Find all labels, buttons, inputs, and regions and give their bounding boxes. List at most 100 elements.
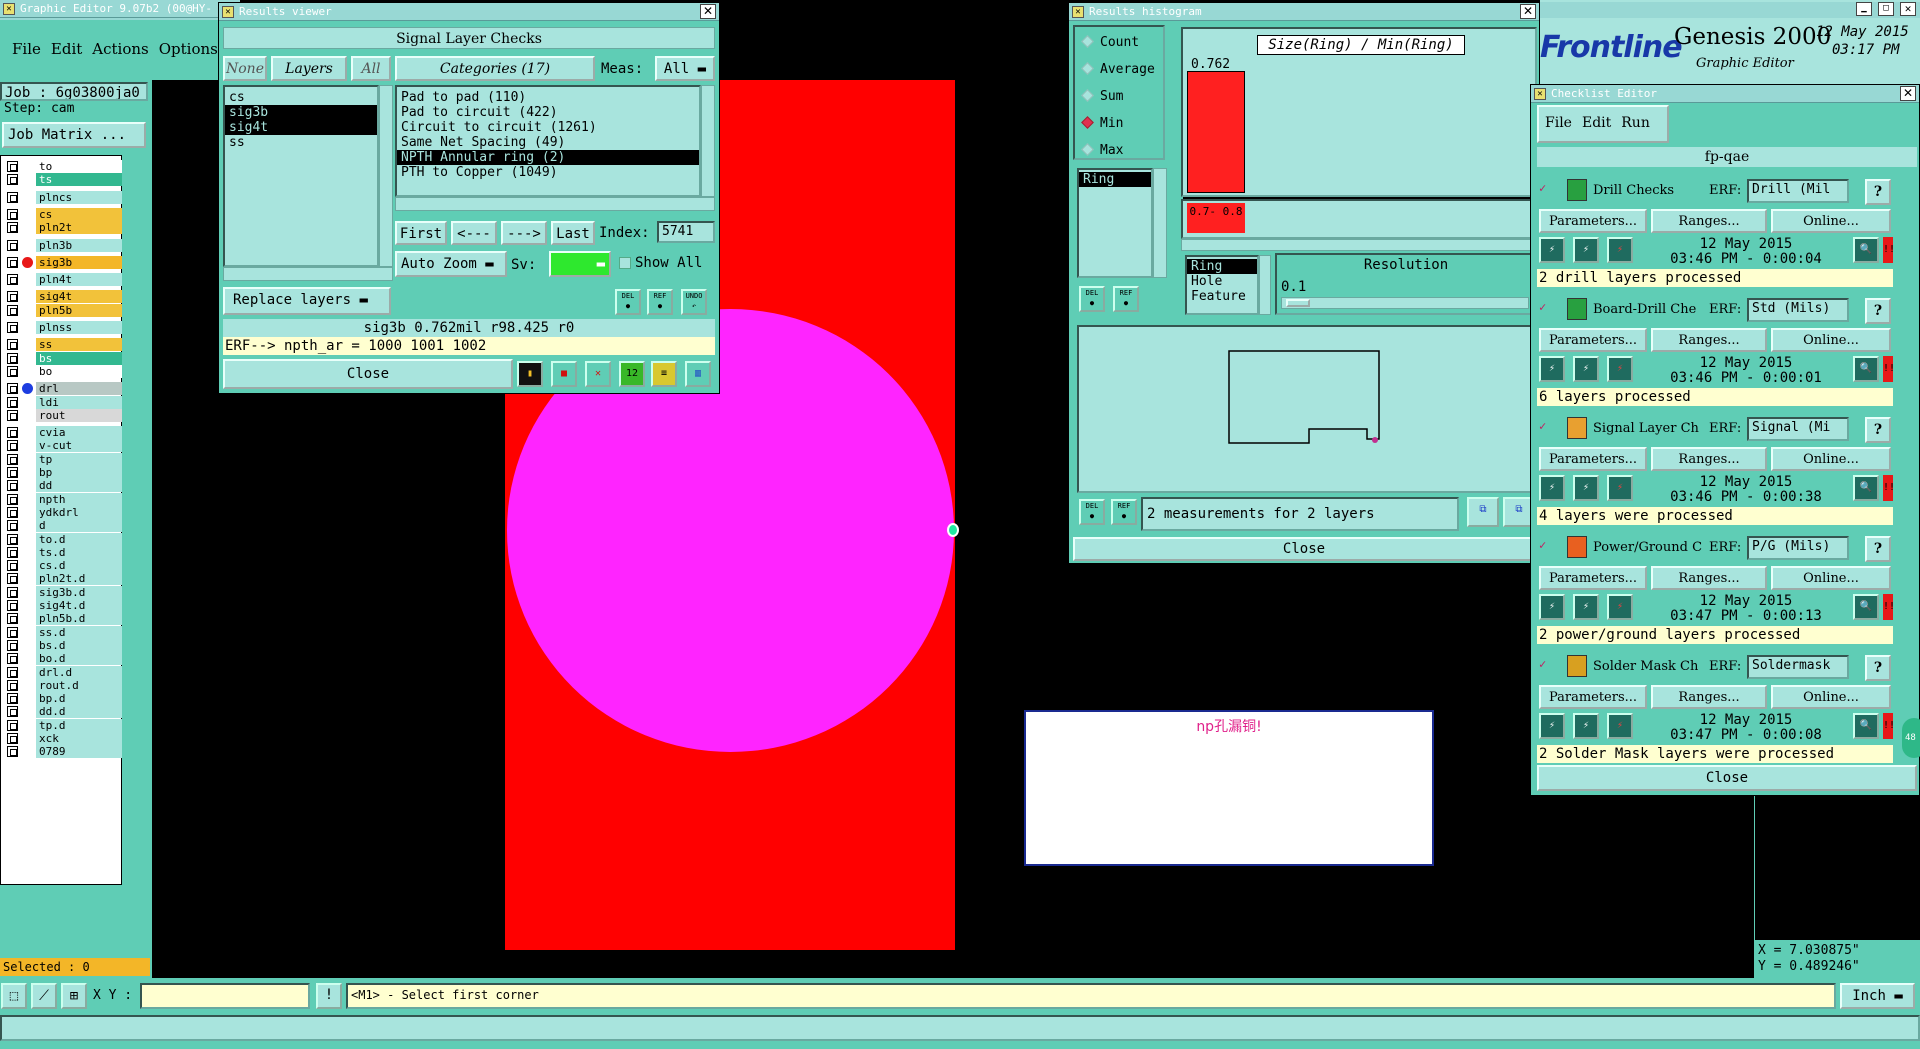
layer-name[interactable]: bo [36,364,123,378]
layer-checkbox[interactable] [7,493,18,505]
layer-name[interactable]: drl.d [36,665,123,679]
layer-name[interactable]: pln2t.d [36,572,123,586]
erase-icon[interactable]: ✕ [585,361,611,387]
layer-result-list[interactable]: cs sig3b sig4t ss [223,85,379,267]
layer-list-scrollbar[interactable] [379,85,393,267]
histogram-icon[interactable]: ▥ [685,361,711,387]
category-list[interactable]: Pad to pad (110) Pad to circuit (422) Ci… [395,85,701,197]
results-close-button[interactable]: Close [223,359,513,389]
zoom-results-icon[interactable]: 🔍 [1853,594,1879,620]
help-button[interactable]: ? [1865,417,1891,443]
list-item[interactable]: sig4t [225,120,377,135]
help-button[interactable]: ? [1865,179,1891,205]
layer-row-bp[interactable]: bp [3,466,123,479]
meas-select[interactable]: All ▬ [655,56,715,81]
layer-name[interactable]: rout [36,408,123,422]
sv-color-select[interactable]: ▬ [549,251,611,277]
layer-name[interactable]: sig4t [36,290,123,304]
layer-name[interactable]: bo.d [36,652,123,666]
menu-edit[interactable]: Edit [1582,115,1611,131]
layer-name[interactable]: bp [36,466,123,479]
run-all-icon[interactable]: ⚡ [1573,356,1599,382]
close-icon[interactable]: ✕ [1900,86,1916,101]
layer-name[interactable]: plnss [36,321,123,334]
layer-row-bs[interactable]: bs [3,351,123,365]
layer-checkbox[interactable] [7,573,18,585]
menu-run[interactable]: Run [1621,115,1650,131]
run-icon[interactable]: ⚡ [1539,237,1565,263]
radio-sum[interactable]: Sum [1081,89,1163,104]
zoom-results-icon[interactable]: 🔍 [1853,356,1879,382]
layer-checkbox[interactable] [7,440,18,452]
layer-checkbox[interactable] [7,453,18,465]
maximize-icon[interactable]: □ [1878,2,1894,16]
layer-name[interactable]: dd.d [36,705,123,719]
layer-row-drl.d[interactable]: drl.d [3,665,123,679]
list-item[interactable]: NPTH Annular ring (2) [397,150,699,165]
layer-row-sig3b.d[interactable]: sig3b.d [3,585,123,599]
list-item[interactable]: Circuit to circuit (1261) [397,120,699,135]
field-list-2[interactable]: Ring Hole Feature [1185,255,1259,315]
layer-row-cs.d[interactable]: cs.d [3,559,123,573]
layer-name[interactable]: sig3b [36,255,123,269]
check-name[interactable]: Drill Checks [1593,183,1707,198]
layer-name[interactable]: sig4t.d [36,599,123,612]
parameters-button[interactable]: Parameters... [1539,209,1647,233]
erf-field[interactable]: Soldermask [1747,655,1849,679]
layer-row-0789[interactable]: 0789 [3,745,123,759]
list-item[interactable]: ss [225,135,377,150]
layer-name[interactable]: drl [36,382,123,396]
check-name[interactable]: Solder Mask Ch [1593,659,1707,674]
layer-checkbox[interactable] [7,191,18,203]
layer-name[interactable]: tp.d [36,718,123,732]
check-name[interactable]: Power/Ground C [1593,540,1707,555]
field-list-2-scrollbar[interactable] [1259,255,1271,315]
stop-icon[interactable]: ⚡ [1607,713,1633,739]
layer-checkbox[interactable] [7,746,18,758]
menu-actions[interactable]: Actions [92,40,148,58]
layer-row-bo.d[interactable]: bo.d [3,652,123,666]
layer-checkbox[interactable] [7,480,18,492]
layer-row-drl[interactable]: drl [3,382,123,396]
online-button[interactable]: Online... [1771,685,1891,709]
ref-icon[interactable]: REF ● [1113,286,1139,312]
category-hscrollbar[interactable] [395,197,715,211]
layer-checkbox[interactable] [7,546,18,558]
show-icon[interactable]: ▮ [517,361,543,387]
slider-thumb[interactable] [1286,299,1310,307]
layer-name[interactable]: pln5b [36,303,123,317]
list-item[interactable]: Feature [1187,289,1257,304]
layer-row-pln5b[interactable]: pln5b [3,303,123,317]
stop-icon[interactable]: ⚡ [1607,237,1633,263]
layer-name[interactable]: bs [36,351,123,365]
layer-name[interactable]: npth [36,492,123,506]
zoom-results-icon[interactable]: 🔍 [1853,713,1879,739]
resolution-slider[interactable] [1281,297,1529,309]
layer-name[interactable]: to [36,160,123,173]
layer-row-bs.d[interactable]: bs.d [3,638,123,652]
layer-checkbox[interactable] [7,383,18,395]
zoom-results-icon[interactable]: 🔍 [1853,237,1879,263]
parameters-button[interactable]: Parameters... [1539,566,1647,590]
layer-row-bp.d[interactable]: bp.d [3,692,123,706]
radio-average[interactable]: Average [1081,62,1163,77]
close-icon[interactable]: ✕ [1900,2,1916,16]
layer-row-rout[interactable]: rout [3,408,123,422]
check-name[interactable]: Board-Drill Che [1593,302,1707,317]
list-item[interactable]: Pad to circuit (422) [397,105,699,120]
layer-name[interactable]: tp [36,452,123,466]
histogram-close-button[interactable]: Close [1073,537,1535,561]
layer-checkbox[interactable] [7,666,18,678]
parameters-button[interactable]: Parameters... [1539,328,1647,352]
layer-checkbox[interactable] [7,520,18,532]
layer-row-to[interactable]: to [3,160,123,173]
chart-hscrollbar[interactable] [1181,239,1537,251]
layer-name[interactable]: to.d [36,532,123,546]
layer-row-rout.d[interactable]: rout.d [3,678,123,692]
layer-name[interactable]: pln2t [36,221,123,235]
xy-input[interactable] [140,983,310,1009]
layer-row-d[interactable]: d [3,519,123,533]
layer-name[interactable]: bs.d [36,638,123,652]
menu-options[interactable]: Options [159,40,218,58]
minimize-icon[interactable]: ▁ [1856,2,1872,16]
